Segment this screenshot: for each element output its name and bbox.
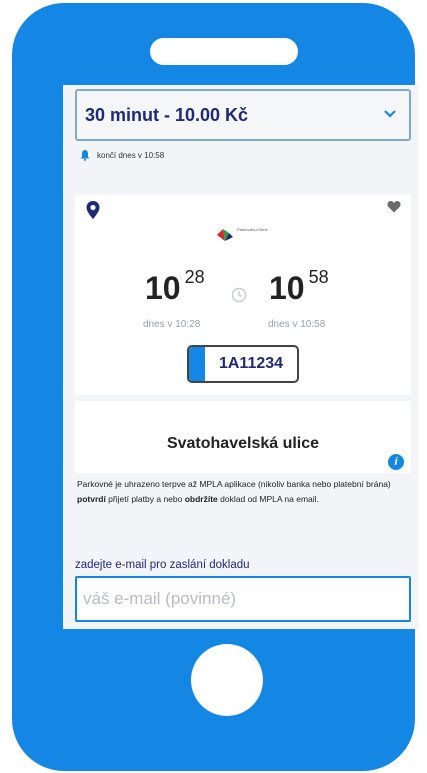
start-hour: 10 [145,270,181,306]
start-time: 10 28 [145,267,205,307]
end-minute: 58 [308,267,329,287]
phone-frame: 30 minut - 10.00 Kč končí dnes v 10:58 P… [12,3,419,771]
notice-text-2: přijetí platby a nebo [105,494,185,504]
favorite-heart-icon[interactable] [387,200,401,213]
bell-icon [80,150,90,161]
home-button[interactable] [191,644,263,716]
tariff-label: 30 minut - 10.00 Kč [85,104,249,125]
chevron-down-icon[interactable] [379,103,401,125]
city-logo: Parkování v Brně [215,225,275,245]
tariff-select[interactable]: 30 minut - 10.00 Kč [75,89,411,141]
notice-bold-2: obdržíte [184,494,218,504]
phone-speaker [150,38,298,65]
start-minute: 28 [184,267,205,287]
email-label: zadejte e-mail pro zaslání dokladu [75,559,250,571]
zone-card: Svatohavelská ulice i [75,401,411,473]
end-time: 10 58 [269,267,329,307]
email-input[interactable] [75,576,411,622]
notice-text-1: Parkovné je uhrazeno terpve až MPLA apli… [77,479,391,489]
expiry-text: končí dnes v 10:58 [97,150,165,160]
plate-country-strip [189,347,205,381]
info-icon[interactable]: i [388,454,404,470]
license-plate[interactable]: 1A11234 [187,345,299,383]
payment-notice: Parkovné je uhrazeno terpve až MPLA apli… [77,477,407,507]
logo-text: Parkování v Brně [237,227,268,232]
end-hour: 10 [269,270,305,306]
notice-text-3: doklad od MPLA na email. [217,494,319,504]
notice-bold-1: potvrdí [77,494,106,504]
end-date-label: dnes v 10:58 [268,319,326,330]
street-name: Svatohavelská ulice [166,435,320,452]
plate-number: 1A11234 [218,355,284,372]
start-date-label: dnes v 10:28 [143,319,201,330]
app-screen: 30 minut - 10.00 Kč končí dnes v 10:58 P… [63,85,419,629]
expiry-notice: končí dnes v 10:58 [79,147,164,163]
parking-card: Parkování v Brně 10 28 10 58 dnes v 10:28 … [75,195,411,395]
clock-icon [231,287,247,303]
location-pin-icon [86,201,100,219]
